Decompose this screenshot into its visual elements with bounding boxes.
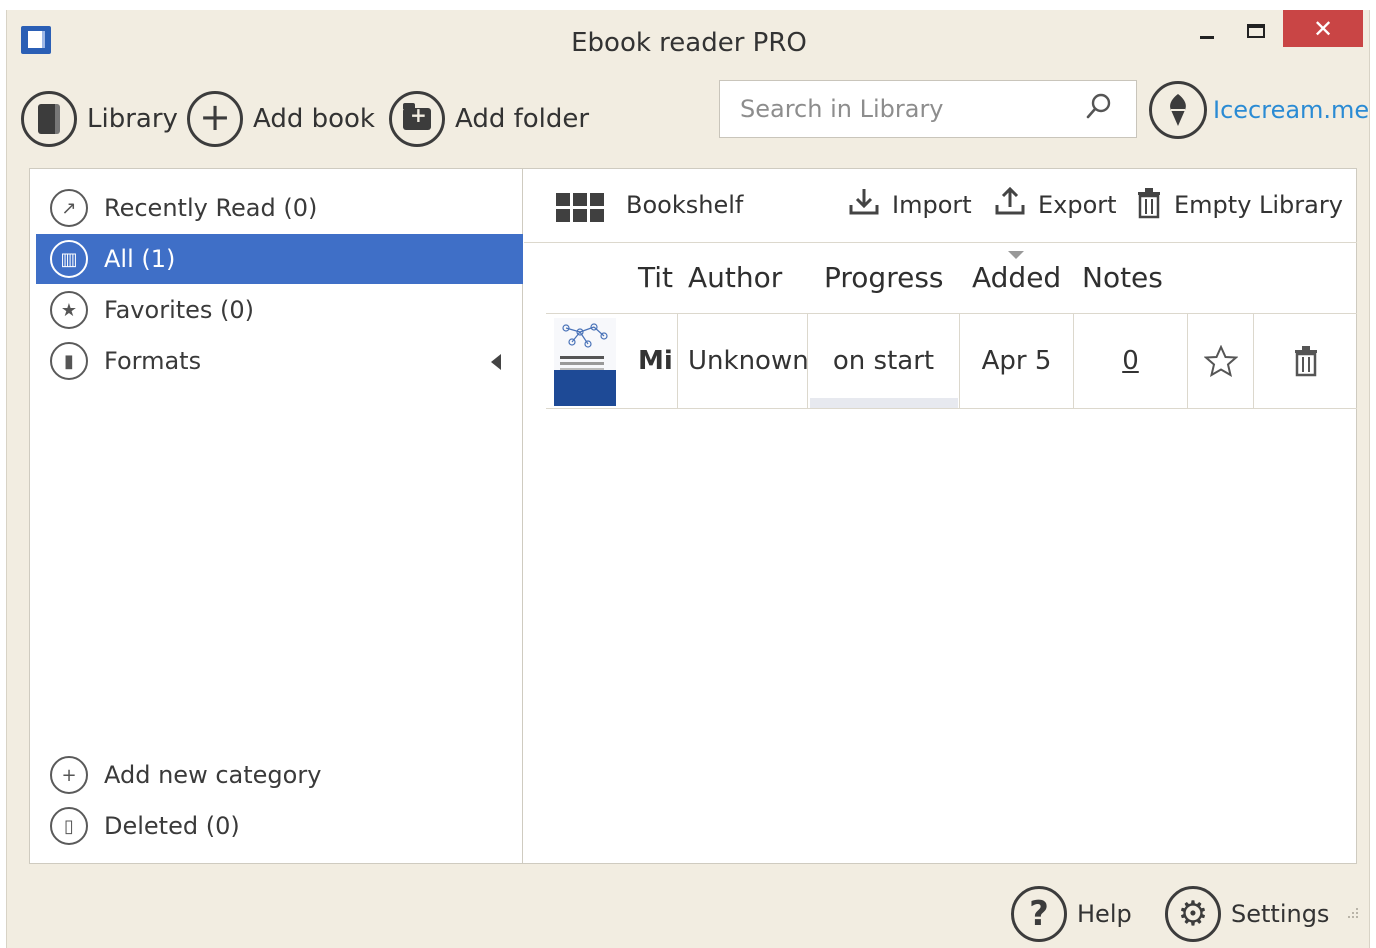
settings-button[interactable]: ⚙ Settings [1165,884,1329,944]
trash-icon [1138,188,1160,219]
sidebar-item-formats[interactable]: ▮ Formats [36,336,523,386]
sidebar-item-label: Favorites (0) [104,296,255,324]
close-button[interactable]: ✕ [1283,10,1363,47]
column-header-author[interactable]: Author [688,261,782,294]
book-icon [21,91,77,147]
help-label: Help [1077,900,1132,928]
bookshelf-icon[interactable] [556,193,604,223]
book-notes-link[interactable]: 0 [1074,314,1188,408]
minimize-button[interactable] [1187,12,1227,50]
icecream-logo-icon [1149,81,1207,139]
recently-read-icon: ↗ [50,189,88,227]
close-icon: ✕ [1312,14,1334,43]
help-icon: ? [1011,886,1067,942]
export-button[interactable]: Export [1038,191,1117,219]
export-icon [995,187,1025,215]
app-window: Ebook reader PRO ✕ Library + Add book Ad… [6,10,1370,948]
search-box [719,80,1137,138]
library-button[interactable]: Library [21,90,178,148]
sidebar-item-label: Deleted (0) [104,812,240,840]
column-header-added[interactable]: Added [972,261,1061,294]
window-title: Ebook reader PRO [571,28,807,58]
content-toolbar: Bookshelf Import Export Empty Library [524,169,1357,243]
resize-grip-icon[interactable] [1346,906,1360,920]
all-books-icon: ▥ [50,240,88,278]
bookshelf-label[interactable]: Bookshelf [626,191,743,219]
brand-label[interactable]: Icecream.me [1213,96,1369,124]
add-book-button[interactable]: + Add book [187,90,375,148]
import-icon [849,189,879,215]
book-added-date: Apr 5 [960,314,1074,408]
column-header-notes[interactable]: Notes [1082,261,1163,294]
plus-icon: + [50,756,88,794]
add-folder-label: Add folder [455,104,590,134]
sidebar-item-all[interactable]: ▥ All (1) [36,234,523,284]
library-label: Library [87,104,178,134]
trash-icon [1294,346,1317,377]
sidebar-item-deleted[interactable]: ▯ Deleted (0) [36,801,523,851]
brand-link[interactable]: Icecream.me [1149,80,1369,140]
help-button[interactable]: ? Help [1011,884,1132,944]
book-cover[interactable] [546,314,630,408]
empty-library-button[interactable]: Empty Library [1174,191,1343,219]
table-row[interactable]: Mi Unknown on start Apr 5 0 [546,313,1357,409]
sidebar-item-favorites[interactable]: ★ Favorites (0) [36,285,523,335]
progress-text: on start [832,346,935,376]
star-icon: ★ [50,291,88,329]
column-header-title[interactable]: Tit [638,261,673,294]
maximize-icon [1247,24,1265,38]
sidebar-item-label: Add new category [104,761,322,789]
delete-book-button[interactable] [1254,314,1357,408]
search-input[interactable] [740,93,1070,125]
sort-descending-icon [1008,251,1024,259]
plus-icon: + [187,91,243,147]
progress-bar [810,398,958,408]
sidebar-item-recently-read[interactable]: ↗ Recently Read (0) [36,183,523,233]
book-title[interactable]: Mi [630,314,678,408]
favorite-toggle[interactable] [1188,314,1254,408]
sidebar-item-label: Formats [104,347,202,375]
library-content: Bookshelf Import Export Empty Library Ti… [524,169,1357,863]
settings-label: Settings [1231,900,1330,928]
sidebar-item-label: All (1) [104,245,176,273]
star-outline-icon [1203,345,1238,377]
folder-plus-icon [389,91,445,147]
column-header-progress[interactable]: Progress [824,261,944,294]
book-cover-image [554,318,616,406]
add-folder-button[interactable]: Add folder [389,90,589,148]
add-category-button[interactable]: + Add new category [36,750,523,800]
sidebar-item-label: Recently Read (0) [104,194,318,222]
formats-icon: ▮ [50,342,88,380]
import-button[interactable]: Import [892,191,972,219]
expand-arrow-icon[interactable] [491,354,501,370]
book-author: Unknown [678,314,808,408]
minimize-icon [1200,35,1214,39]
maximize-button[interactable] [1235,12,1277,50]
book-progress: on start [808,314,960,408]
search-icon[interactable] [1086,93,1112,119]
gear-icon: ⚙ [1165,886,1221,942]
sidebar: ↗ Recently Read (0) ▥ All (1) ★ Favorite… [30,169,523,863]
trash-icon: ▯ [50,807,88,845]
add-book-label: Add book [253,104,375,134]
main-panel: ↗ Recently Read (0) ▥ All (1) ★ Favorite… [29,168,1357,864]
